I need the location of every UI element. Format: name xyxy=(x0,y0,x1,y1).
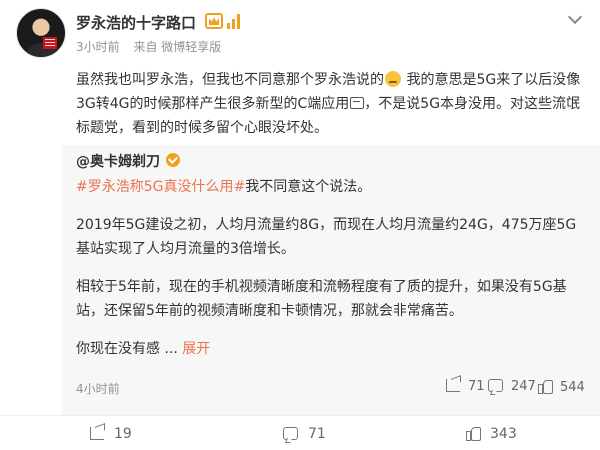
post-meta: 3小时前 来自 微博轻享版 xyxy=(76,38,231,55)
like-icon xyxy=(466,426,481,441)
divider xyxy=(0,415,600,416)
link-icon[interactable] xyxy=(350,97,365,109)
post-time[interactable]: 3小时前 xyxy=(76,40,120,54)
share-button[interactable]: 19 xyxy=(90,426,132,442)
repost-paragraph-2: 相较于5年前，现在的手机视频清晰度和流畅程度有了质的提升，如果没有5G基站，还保… xyxy=(76,279,567,319)
repost-like-button[interactable]: 544 xyxy=(538,379,585,395)
repost-like-count: 544 xyxy=(560,380,585,395)
repost-share-button[interactable]: 71 xyxy=(446,379,485,394)
repost-truncated-text: 你现在没有感 ... xyxy=(76,341,178,357)
level-icon[interactable] xyxy=(227,13,241,29)
like-button[interactable]: 343 xyxy=(466,426,517,442)
verified-icon xyxy=(166,153,180,167)
avatar-tag-lines xyxy=(45,39,55,40)
crown-icon[interactable] xyxy=(205,13,223,29)
repost-lead: #罗永浩称5G真没什么用#我不同意这个说法。 xyxy=(76,175,586,199)
author-name[interactable]: 罗永浩的十字路口 xyxy=(76,12,196,33)
share-icon xyxy=(90,427,104,440)
like-count: 343 xyxy=(490,426,517,442)
expand-link[interactable]: 展开 xyxy=(182,341,210,357)
repost-comment-count: 247 xyxy=(511,379,536,394)
weibo-post: 罗永浩的十字路口 3小时前 来自 微博轻享版 虽然我也叫罗永浩，但我也不同意那个… xyxy=(0,0,600,450)
repost-author[interactable]: @奥卡姆剃刀 xyxy=(76,151,160,171)
comment-icon xyxy=(488,379,503,392)
comment-button[interactable]: 71 xyxy=(283,426,326,442)
repost-text: #罗永浩称5G真没什么用#我不同意这个说法。 2019年5G建设之初，人均月流量… xyxy=(76,175,586,375)
repost-card[interactable]: @奥卡姆剃刀 #罗永浩称5G真没什么用#我不同意这个说法。 2019年5G建设之… xyxy=(62,145,600,415)
post-source: 来自 微博轻享版 xyxy=(133,40,222,54)
hashtag-link[interactable]: #罗永浩称5G真没什么用# xyxy=(76,179,245,195)
emoji-icon xyxy=(385,71,401,87)
repost-time[interactable]: 4小时前 xyxy=(76,380,120,397)
post-text: 虽然我也叫罗永浩，但我也不同意那个罗永浩说的 我的意思是5G来了以后没像3G转4… xyxy=(76,68,586,140)
repost-share-count: 71 xyxy=(468,379,485,394)
repost-lead-text: 我不同意这个说法。 xyxy=(245,179,372,195)
repost-paragraph-1: 2019年5G建设之初，人均月流量约8G，而现在人均月流量约24G，475万座5… xyxy=(76,217,577,257)
comment-icon xyxy=(283,427,298,440)
chevron-down-icon[interactable] xyxy=(566,10,586,24)
comment-count: 71 xyxy=(308,426,326,442)
repost-comment-button[interactable]: 247 xyxy=(488,379,536,394)
like-icon xyxy=(538,379,553,394)
share-count: 19 xyxy=(114,426,132,442)
post-text-part-1: 虽然我也叫罗永浩，但我也不同意那个罗永浩说的 xyxy=(76,72,384,88)
repost-paragraph-3: 你现在没有感 ... 展开 xyxy=(76,337,586,361)
share-icon xyxy=(446,379,460,392)
avatar[interactable] xyxy=(16,8,66,58)
